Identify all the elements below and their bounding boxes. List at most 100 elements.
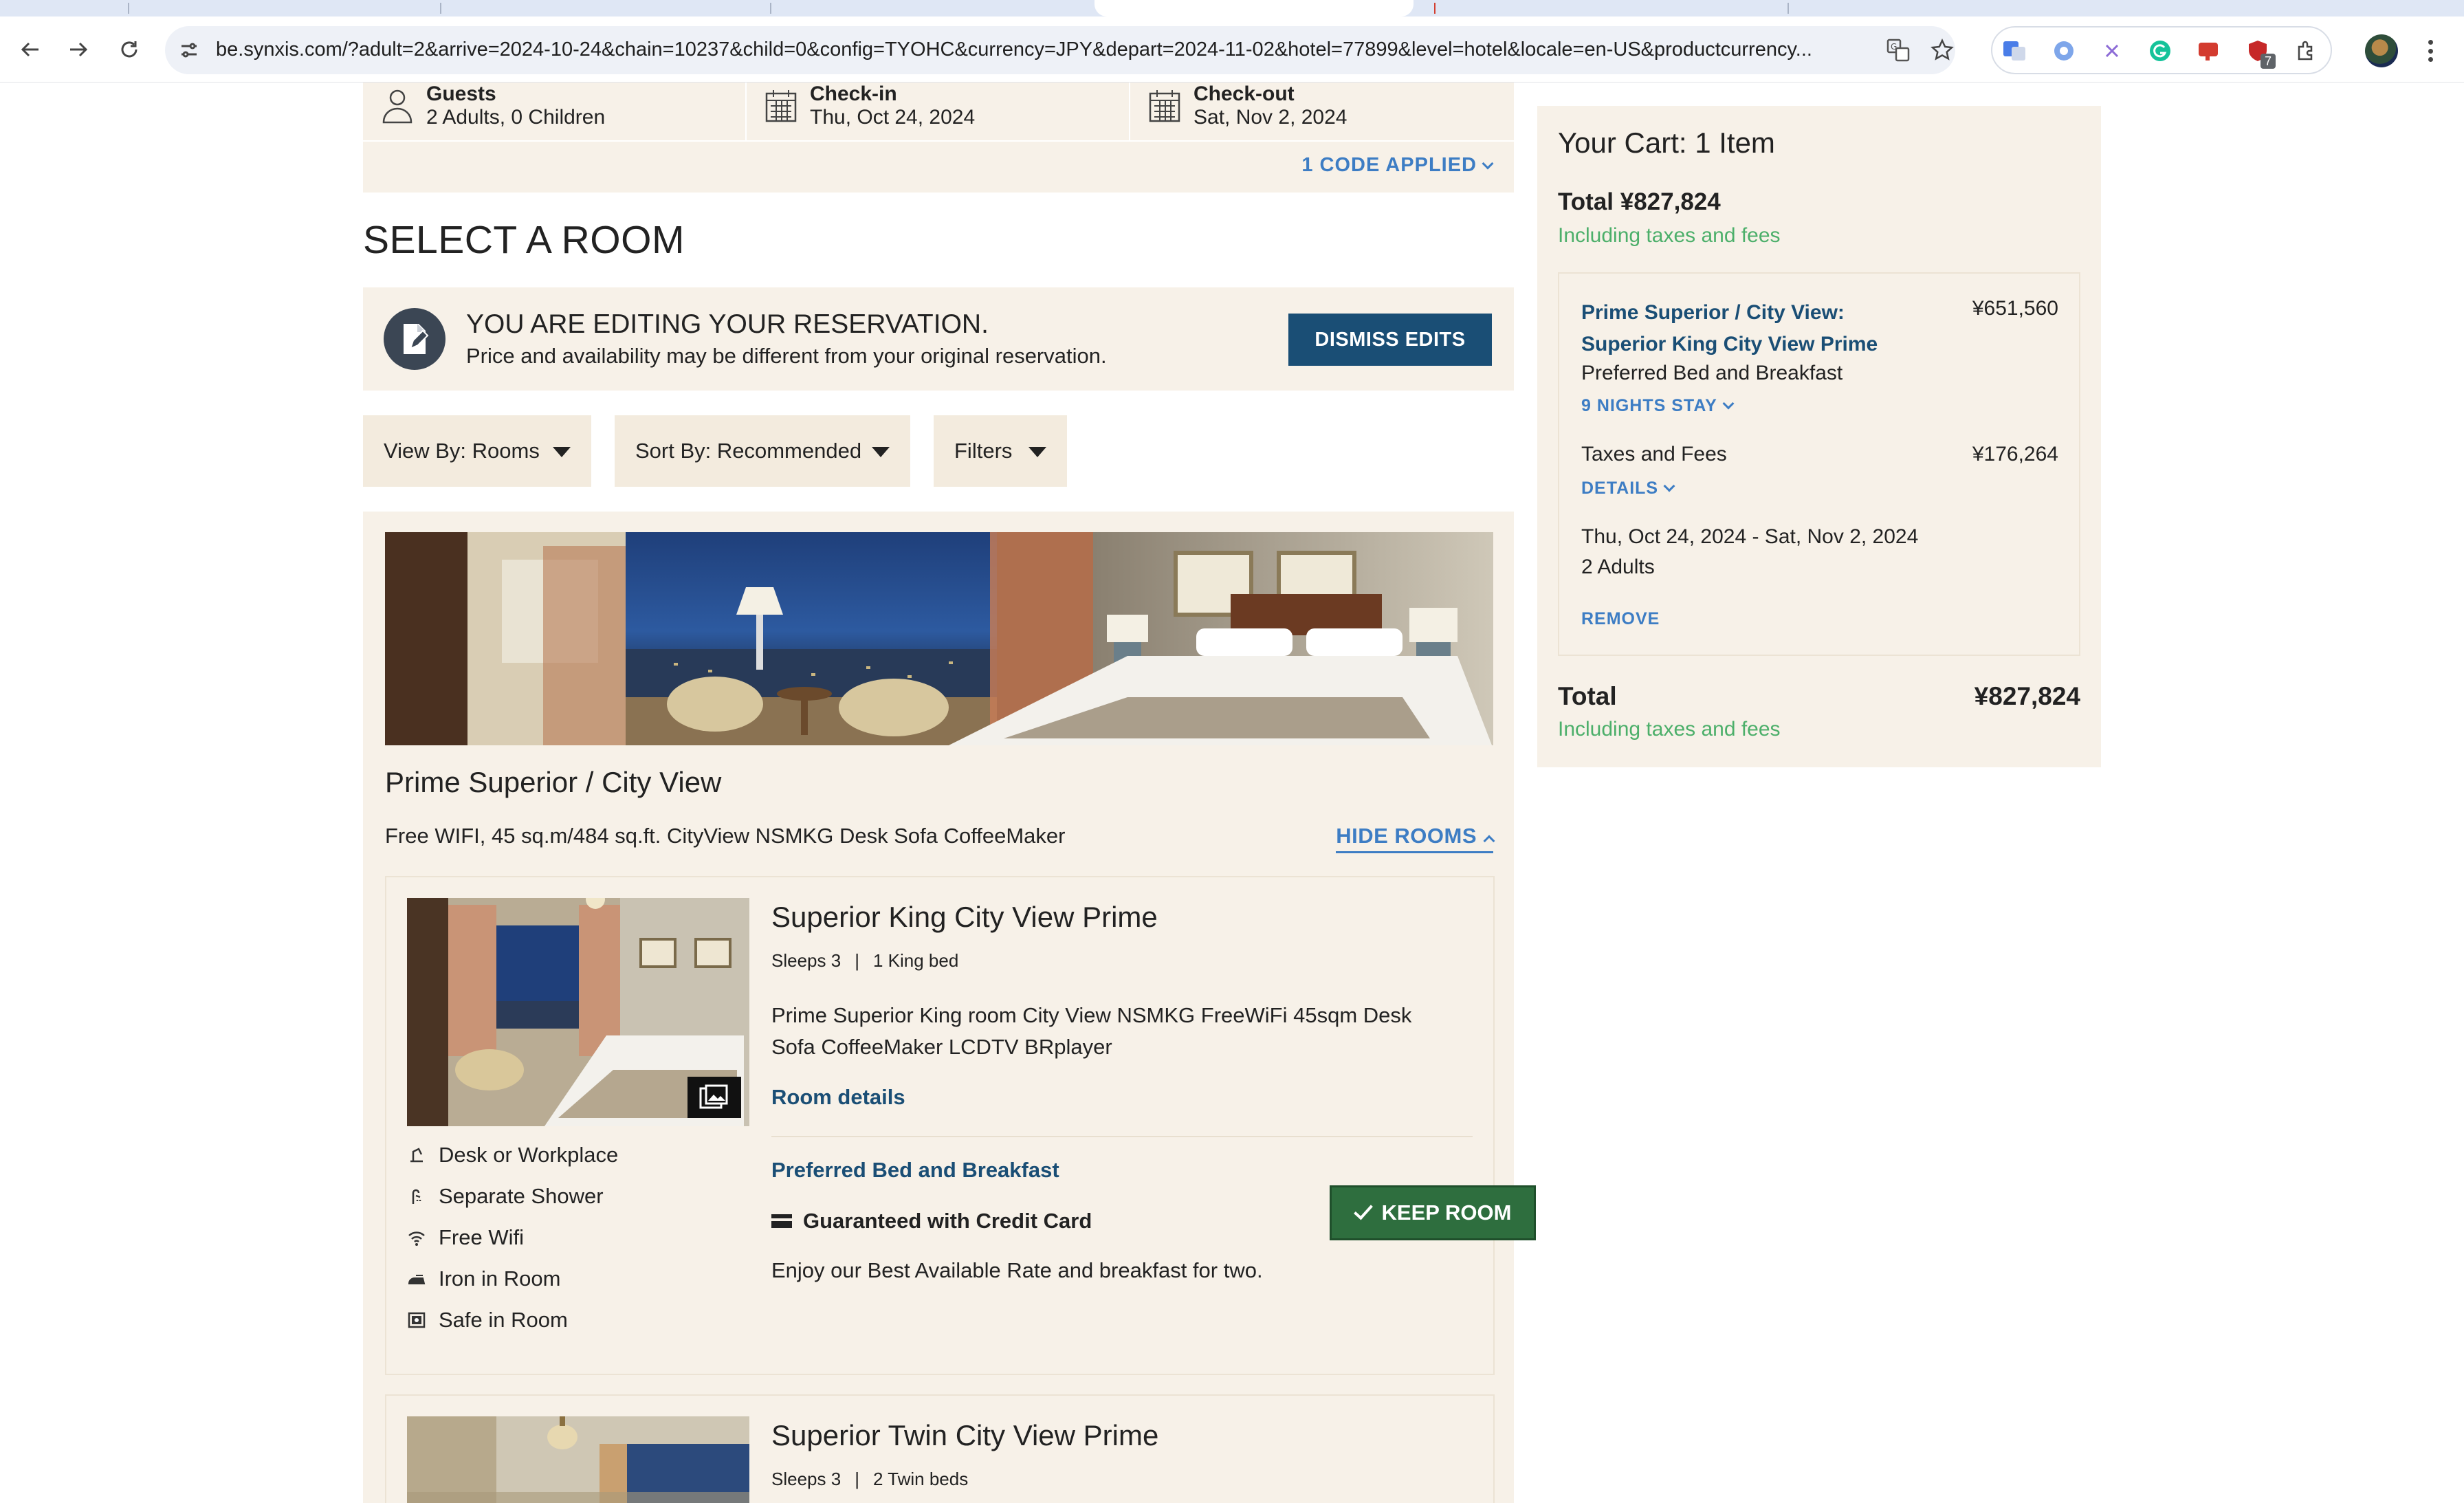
room-meta: Sleeps 3 | 2 Twin beds xyxy=(771,1469,968,1490)
cart-footer-total-value: ¥827,824 xyxy=(1974,682,2080,710)
person-icon xyxy=(382,89,412,124)
room-details-link[interactable]: Room details xyxy=(771,1085,905,1110)
room-hero-image[interactable] xyxy=(385,532,1493,745)
room-rate-card: Superior Twin City View Prime Sleeps 3 | 2… xyxy=(385,1394,1495,1503)
remove-link[interactable]: REMOVE xyxy=(1581,609,1660,629)
room-beds: 2 Twin beds xyxy=(872,1469,969,1489)
checkin-label: Check-in xyxy=(810,83,897,105)
room-meta: Sleeps 3 | 1 King bed xyxy=(771,950,958,972)
chevron-down-icon xyxy=(1482,157,1494,170)
cart-footer-total-label: Total xyxy=(1558,682,1617,710)
room-thumbnail[interactable] xyxy=(407,1416,749,1503)
forward-icon xyxy=(70,42,88,57)
room-title: Superior King City View Prime xyxy=(771,901,1158,933)
translate-icon[interactable]: G xyxy=(1884,36,1913,65)
nights-stay-toggle[interactable]: 9 NIGHTS STAY xyxy=(1581,396,1735,416)
amenity-item: Desk or Workplace xyxy=(407,1141,618,1169)
x-extension-icon[interactable] xyxy=(2097,36,2127,66)
chevron-down-icon xyxy=(1663,480,1675,492)
checkin-value: Thu, Oct 24, 2024 xyxy=(810,106,976,129)
cart-item-rate: Preferred Bed and Breakfast xyxy=(1581,362,1843,384)
details-toggle[interactable]: DETAILS xyxy=(1581,479,1675,498)
calendar-icon xyxy=(765,90,797,122)
extension-badge: 7 xyxy=(2260,54,2276,69)
cart-total: Total ¥827,824 xyxy=(1558,188,1721,215)
rate-name-link[interactable]: Preferred Bed and Breakfast xyxy=(771,1158,1059,1183)
reload-icon xyxy=(121,41,138,58)
cart-title: Your Cart: 1 Item xyxy=(1558,127,1775,159)
guests-field[interactable]: Guests 2 Adults, 0 Children xyxy=(363,83,747,140)
address-bar[interactable]: be.synxis.com/?adult=2&arrive=2024-10-24… xyxy=(165,26,1955,74)
star-icon[interactable] xyxy=(1928,36,1957,65)
details-label: DETAILS xyxy=(1581,479,1659,498)
room-type-name: Prime Superior / City View xyxy=(385,766,722,798)
safe-icon xyxy=(407,1310,426,1330)
keep-room-button[interactable]: KEEP ROOM xyxy=(1330,1185,1536,1240)
amenity-label: Safe in Room xyxy=(439,1308,568,1332)
keep-room-label: KEEP ROOM xyxy=(1381,1200,1512,1225)
iron-icon xyxy=(407,1269,426,1288)
url-text[interactable]: be.synxis.com/?adult=2&arrive=2024-10-24… xyxy=(216,39,1838,61)
tab-separator xyxy=(128,3,129,14)
photo-gallery-icon[interactable] xyxy=(688,1077,741,1118)
forward-button[interactable] xyxy=(62,33,95,66)
room-type-amenities: Free WIFI, 45 sq.m/484 sq.ft. CityView N… xyxy=(385,824,1066,848)
guests-value: 2 Adults, 0 Children xyxy=(426,106,606,129)
sort-by-dropdown[interactable]: Sort By: Recommended xyxy=(615,415,910,487)
divider xyxy=(771,1136,1473,1137)
code-applied-toggle[interactable]: 1 CODE APPLIED xyxy=(1301,154,1494,177)
search-summary-bar: Guests 2 Adults, 0 Children Check-in Thu… xyxy=(363,83,1514,193)
shield-extension-icon[interactable]: 7 xyxy=(2243,36,2276,69)
grammarly-icon[interactable] xyxy=(2145,36,2175,66)
edit-banner-subtext: Price and availability may be different … xyxy=(466,344,1107,368)
active-tab[interactable] xyxy=(1094,0,1414,17)
edit-banner-heading: YOU ARE EDITING YOUR RESERVATION. xyxy=(466,309,989,339)
meta-separator: | xyxy=(855,1469,859,1489)
checkout-value: Sat, Nov 2, 2024 xyxy=(1194,106,1348,129)
back-icon xyxy=(21,42,38,57)
sort-by-label: Sort By: Recommended xyxy=(635,439,862,463)
cart-footer-including: Including taxes and fees xyxy=(1558,718,1781,740)
tab-favicon xyxy=(1434,3,1436,14)
amenity-label: Separate Shower xyxy=(439,1184,604,1208)
amenity-label: Free Wifi xyxy=(439,1225,524,1249)
page-title: SELECT A ROOM xyxy=(363,218,685,262)
filters-label: Filters xyxy=(954,439,1013,463)
amenity-item: Free Wifi xyxy=(407,1224,524,1251)
back-button[interactable] xyxy=(14,33,47,66)
shower-icon xyxy=(407,1187,426,1206)
google-translate-extension-icon[interactable] xyxy=(1999,36,2030,66)
reload-button[interactable] xyxy=(113,33,146,66)
lens-extension-icon[interactable] xyxy=(2049,36,2079,66)
checkout-label: Check-out xyxy=(1194,83,1295,105)
filters-dropdown[interactable]: Filters xyxy=(934,415,1067,487)
guarantee-policy: Guaranteed with Credit Card xyxy=(771,1209,1092,1233)
dismiss-edits-button[interactable]: DISMISS EDITS xyxy=(1288,314,1492,366)
checkout-field[interactable]: Check-out Sat, Nov 2, 2024 xyxy=(1130,83,1514,140)
cart-dates: Thu, Oct 24, 2024 - Sat, Nov 2, 2024 xyxy=(1581,525,1919,548)
hide-rooms-link[interactable]: HIDE ROOMS xyxy=(1336,824,1495,853)
amenity-label: Desk or Workplace xyxy=(439,1143,619,1167)
view-by-dropdown[interactable]: View By: Rooms xyxy=(363,415,591,487)
caret-down-icon xyxy=(553,447,571,457)
page: Guests 2 Adults, 0 Children Check-in Thu… xyxy=(0,83,2464,1503)
caret-down-icon xyxy=(872,447,890,457)
calendar-icon xyxy=(1149,90,1180,122)
cart-panel: Your Cart: 1 Item Total ¥827,824 Includi… xyxy=(1537,106,2101,767)
tab-separator xyxy=(1788,3,1789,14)
amenity-item: Iron in Room xyxy=(407,1265,560,1293)
taxes-value: ¥176,264 xyxy=(1972,443,2058,465)
room-beds: 1 King bed xyxy=(872,950,959,971)
tab-strip xyxy=(0,0,2464,17)
site-settings-icon[interactable] xyxy=(173,34,205,66)
browser-chrome: be.synxis.com/?adult=2&arrive=2024-10-24… xyxy=(0,0,2464,83)
cart-item-name[interactable]: Prime Superior / City View: Superior Kin… xyxy=(1581,297,1898,360)
room-thumbnail[interactable] xyxy=(407,898,749,1126)
amenity-item: Separate Shower xyxy=(407,1183,604,1210)
extensions-icon[interactable] xyxy=(2291,36,2321,66)
room-description: Prime Superior King room City View NSMKG… xyxy=(771,1003,1412,1059)
profile-avatar[interactable] xyxy=(2365,34,2398,67)
checkin-field[interactable]: Check-in Thu, Oct 24, 2024 xyxy=(747,83,1130,140)
more-icon[interactable] xyxy=(2420,34,2441,67)
thumbs-down-extension-icon[interactable] xyxy=(2193,36,2223,66)
